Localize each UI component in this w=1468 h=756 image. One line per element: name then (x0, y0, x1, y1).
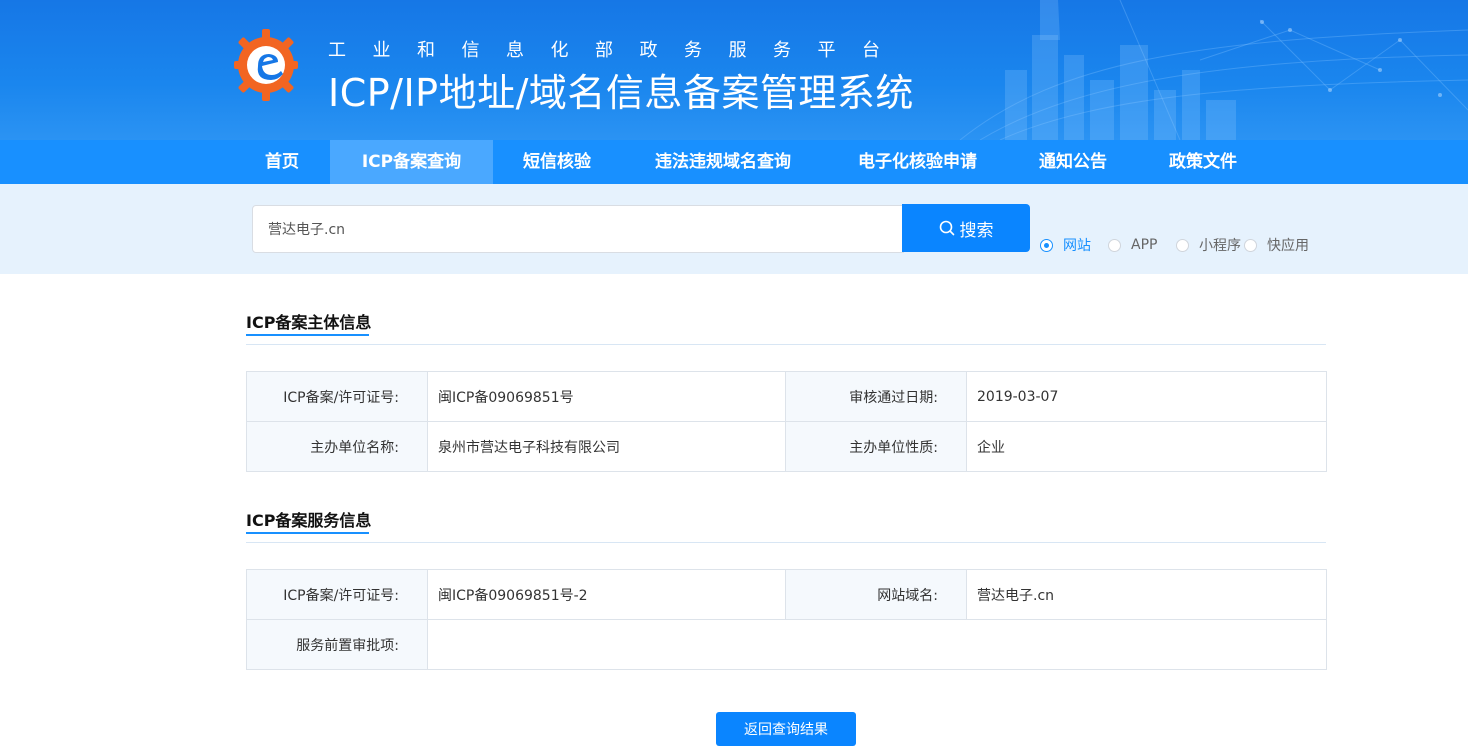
radio-dot (1108, 238, 1121, 252)
platform-subtitle: 工业和信息化部政务服务平台 (328, 40, 907, 61)
nav-policy-docs[interactable]: 政策文件 (1152, 140, 1254, 184)
table-row: ICP备案/许可证号: 闽ICP备09069851号-2 网站域名: 营达电子.… (246, 569, 1327, 620)
nav-e-verify-apply[interactable]: 电子化核验申请 (840, 140, 995, 184)
service-info-table: ICP备案/许可证号: 闽ICP备09069851号-2 网站域名: 营达电子.… (246, 569, 1327, 670)
label-pre-approval-items: 服务前置审批项: (246, 619, 428, 670)
radio-mini-program[interactable]: 小程序 (1176, 236, 1241, 254)
radio-dot (1176, 238, 1189, 252)
label-organizer-type: 主办单位性质: (785, 421, 967, 472)
label-website-domain: 网站域名: (785, 569, 967, 620)
search-button[interactable]: 搜索 (902, 204, 1030, 252)
subject-section-title: ICP备案主体信息 (246, 313, 372, 332)
table-row: 服务前置审批项: (246, 619, 1327, 670)
radio-label: 小程序 (1199, 238, 1241, 254)
nav-icp-query[interactable]: ICP备案查询 (330, 140, 493, 184)
nav-notices[interactable]: 通知公告 (1022, 140, 1124, 184)
nav-sms-verify[interactable]: 短信核验 (507, 140, 607, 184)
label-license-number: ICP备案/许可证号: (246, 371, 428, 422)
table-row: ICP备案/许可证号: 闽ICP备09069851号 审核通过日期: 2019-… (246, 371, 1327, 422)
table-row: 主办单位名称: 泉州市营达电子科技有限公司 主办单位性质: 企业 (246, 421, 1327, 472)
label-approval-date: 审核通过日期: (785, 371, 967, 422)
service-section-underline (246, 532, 369, 534)
subject-info-table: ICP备案/许可证号: 闽ICP备09069851号 审核通过日期: 2019-… (246, 371, 1327, 472)
radio-label: 快应用 (1267, 238, 1309, 254)
subject-section-underline (246, 334, 369, 336)
radio-label: 网站 (1063, 238, 1091, 254)
service-section-title: ICP备案服务信息 (246, 511, 372, 530)
header-banner: 工业和信息化部政务服务平台 ICP/IP地址/域名信息备案管理系统 (0, 0, 1468, 140)
service-section-divider (246, 542, 1326, 543)
radio-dot (1040, 238, 1053, 252)
search-button-label: 搜索 (959, 220, 994, 241)
radio-website[interactable]: 网站 (1040, 236, 1091, 254)
value-approval-date: 2019-03-07 (966, 371, 1327, 422)
radio-quick-app[interactable]: 快应用 (1244, 236, 1309, 254)
value-service-license-number: 闽ICP备09069851号-2 (427, 569, 786, 620)
search-icon (939, 220, 954, 236)
value-organizer-type: 企业 (966, 421, 1327, 472)
nav-home[interactable]: 首页 (248, 140, 316, 184)
radio-label: APP (1131, 237, 1158, 253)
value-license-number: 闽ICP备09069851号 (427, 371, 786, 422)
radio-app[interactable]: APP (1108, 236, 1157, 254)
radio-dot (1244, 238, 1257, 252)
system-title: ICP/IP地址/域名信息备案管理系统 (328, 71, 914, 115)
value-website-domain: 营达电子.cn (966, 569, 1327, 620)
label-organizer-name: 主办单位名称: (246, 421, 428, 472)
value-pre-approval-items (427, 619, 1327, 670)
nav-illegal-domain-query[interactable]: 违法违规域名查询 (635, 140, 811, 184)
search-input[interactable] (252, 205, 904, 253)
label-service-license-number: ICP备案/许可证号: (246, 569, 428, 620)
miit-logo (234, 29, 298, 101)
value-organizer-name: 泉州市营达电子科技有限公司 (427, 421, 786, 472)
back-to-results-button[interactable]: 返回查询结果 (716, 712, 856, 746)
main-nav: 首页 ICP备案查询 短信核验 违法违规域名查询 电子化核验申请 通知公告 政策… (0, 140, 1468, 184)
subject-section-divider (246, 344, 1326, 345)
